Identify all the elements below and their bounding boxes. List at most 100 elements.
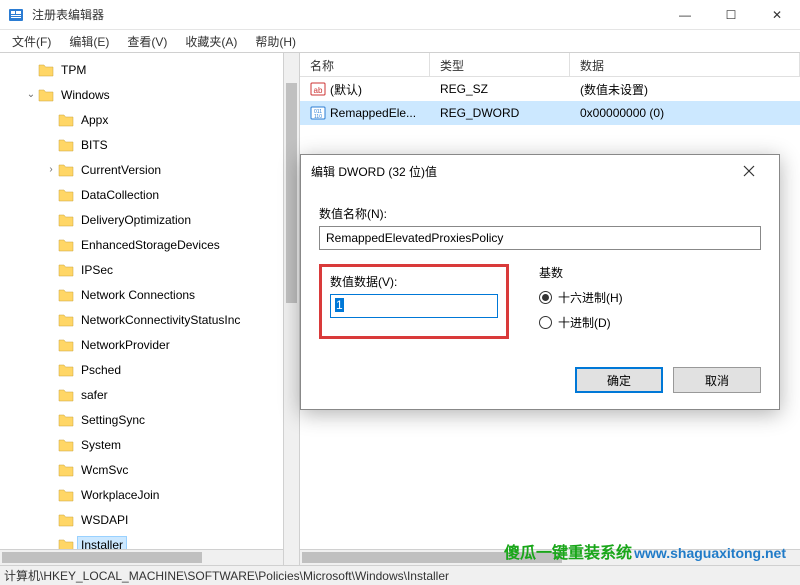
tree-item[interactable]: DataCollection bbox=[0, 182, 299, 207]
folder-icon bbox=[58, 188, 74, 202]
value-data-input[interactable]: 1 bbox=[330, 294, 498, 318]
tree-item-label: DeliveryOptimization bbox=[78, 212, 194, 228]
svg-text:110: 110 bbox=[314, 114, 322, 120]
tree-item-label: safer bbox=[78, 387, 111, 403]
tree-item-label: BITS bbox=[78, 137, 111, 153]
dialog-close-button[interactable] bbox=[729, 155, 769, 187]
value-data-highlight: 数值数据(V): 1 bbox=[319, 264, 509, 339]
tree-item-label: NetworkProvider bbox=[78, 337, 173, 353]
app-icon bbox=[8, 7, 24, 23]
registry-tree[interactable]: TPM ⌄ Windows Appx BITS › CurrentVersion DataCo… bbox=[0, 53, 299, 565]
list-row[interactable]: 011110RemappedEle...REG_DWORD0x00000000 … bbox=[300, 101, 800, 125]
string-value-icon: ab bbox=[310, 81, 326, 97]
tree-item-label: Network Connections bbox=[78, 287, 198, 303]
tree-item[interactable]: BITS bbox=[0, 132, 299, 157]
col-type[interactable]: 类型 bbox=[430, 53, 570, 76]
value-data-label: 数值数据(V): bbox=[330, 273, 498, 290]
tree-item-label: CurrentVersion bbox=[78, 162, 164, 178]
list-body[interactable]: ab (默认) REG_SZ(数值未设置)011110RemappedEle...R… bbox=[300, 77, 800, 125]
folder-icon bbox=[58, 388, 74, 402]
tree-item-label: IPSec bbox=[78, 262, 116, 278]
value-name: (默认) bbox=[330, 81, 362, 98]
tree-item-label: System bbox=[78, 437, 124, 453]
radio-hex[interactable]: 十六进制(H) bbox=[539, 289, 623, 306]
folder-icon bbox=[38, 88, 54, 102]
tree-item[interactable]: System bbox=[0, 432, 299, 457]
svg-text:ab: ab bbox=[314, 86, 323, 95]
folder-icon bbox=[58, 488, 74, 502]
folder-icon bbox=[58, 263, 74, 277]
tree-item[interactable]: WcmSvc bbox=[0, 457, 299, 482]
window-title: 注册表编辑器 bbox=[32, 6, 662, 23]
col-name[interactable]: 名称 bbox=[300, 53, 430, 76]
tree-item-label: DataCollection bbox=[78, 187, 162, 203]
folder-icon bbox=[58, 163, 74, 177]
folder-icon bbox=[58, 438, 74, 452]
tree-item-label: Windows bbox=[58, 87, 113, 103]
tree-item[interactable]: Network Connections bbox=[0, 282, 299, 307]
minimize-button[interactable]: — bbox=[662, 0, 708, 30]
tree-item[interactable]: IPSec bbox=[0, 257, 299, 282]
tree-item-label: SettingSync bbox=[78, 412, 148, 428]
tree-item-label: WorkplaceJoin bbox=[78, 487, 162, 503]
base-label: 基数 bbox=[539, 264, 623, 281]
titlebar: 注册表编辑器 — ☐ ✕ bbox=[0, 0, 800, 30]
dword-value-icon: 011110 bbox=[310, 105, 326, 121]
radio-dec[interactable]: 十进制(D) bbox=[539, 314, 623, 331]
tree-item-label: Appx bbox=[78, 112, 111, 128]
value-type: REG_DWORD bbox=[430, 104, 570, 122]
tree-item[interactable]: NetworkProvider bbox=[0, 332, 299, 357]
menu-file[interactable]: 文件(F) bbox=[4, 31, 59, 52]
tree-item[interactable]: NetworkConnectivityStatusInc bbox=[0, 307, 299, 332]
tree-item[interactable]: WSDAPI bbox=[0, 507, 299, 532]
tree-item[interactable]: TPM bbox=[0, 57, 299, 82]
tree-item[interactable]: › CurrentVersion bbox=[0, 157, 299, 182]
folder-icon bbox=[58, 413, 74, 427]
tree-item[interactable]: WorkplaceJoin bbox=[0, 482, 299, 507]
maximize-button[interactable]: ☐ bbox=[708, 0, 754, 30]
value-type: REG_SZ bbox=[430, 80, 570, 98]
ok-button[interactable]: 确定 bbox=[575, 367, 663, 393]
tree-item[interactable]: Psched bbox=[0, 357, 299, 382]
value-data: (数值未设置) bbox=[570, 79, 800, 100]
list-row[interactable]: ab (默认) REG_SZ(数值未设置) bbox=[300, 77, 800, 101]
tree-item[interactable]: SettingSync bbox=[0, 407, 299, 432]
tree-item[interactable]: safer bbox=[0, 382, 299, 407]
value-name-input[interactable] bbox=[319, 226, 761, 250]
expander-icon[interactable]: › bbox=[44, 164, 58, 175]
menu-view[interactable]: 查看(V) bbox=[119, 31, 175, 52]
tree-item-label: NetworkConnectivityStatusInc bbox=[78, 312, 243, 328]
menu-favorites[interactable]: 收藏夹(A) bbox=[177, 31, 245, 52]
tree-scrollbar-h[interactable] bbox=[0, 549, 283, 565]
col-data[interactable]: 数据 bbox=[570, 53, 800, 76]
folder-icon bbox=[58, 463, 74, 477]
folder-icon bbox=[38, 63, 54, 77]
watermark: 傻瓜一键重装系统 www.shaguaxitong.net bbox=[504, 539, 786, 563]
tree-item[interactable]: EnhancedStorageDevices bbox=[0, 232, 299, 257]
cancel-button[interactable]: 取消 bbox=[673, 367, 761, 393]
folder-icon bbox=[58, 338, 74, 352]
folder-icon bbox=[58, 513, 74, 527]
close-button[interactable]: ✕ bbox=[754, 0, 800, 30]
tree-item-label: WcmSvc bbox=[78, 462, 131, 478]
folder-icon bbox=[58, 238, 74, 252]
menu-help[interactable]: 帮助(H) bbox=[247, 31, 304, 52]
list-header: 名称 类型 数据 bbox=[300, 53, 800, 77]
dialog-titlebar: 编辑 DWORD (32 位)值 bbox=[301, 155, 779, 187]
tree-item-label: Psched bbox=[78, 362, 124, 378]
tree-item[interactable]: DeliveryOptimization bbox=[0, 207, 299, 232]
dialog-body: 数值名称(N): 数值数据(V): 1 基数 十六进制(H) 十进制(D) 确定 bbox=[301, 187, 779, 409]
tree-item[interactable]: Appx bbox=[0, 107, 299, 132]
folder-icon bbox=[58, 288, 74, 302]
radio-icon bbox=[539, 316, 552, 329]
dialog-title: 编辑 DWORD (32 位)值 bbox=[311, 163, 729, 180]
menu-edit[interactable]: 编辑(E) bbox=[61, 31, 117, 52]
statusbar: 计算机\HKEY_LOCAL_MACHINE\SOFTWARE\Policies… bbox=[0, 565, 800, 585]
base-group: 基数 十六进制(H) 十进制(D) bbox=[539, 264, 623, 339]
expander-icon[interactable]: ⌄ bbox=[24, 89, 38, 100]
value-name-label: 数值名称(N): bbox=[319, 205, 761, 222]
tree-item[interactable]: ⌄ Windows bbox=[0, 82, 299, 107]
value-data: 0x00000000 (0) bbox=[570, 104, 800, 122]
folder-icon bbox=[58, 313, 74, 327]
tree-scrollbar-v[interactable] bbox=[283, 53, 299, 565]
